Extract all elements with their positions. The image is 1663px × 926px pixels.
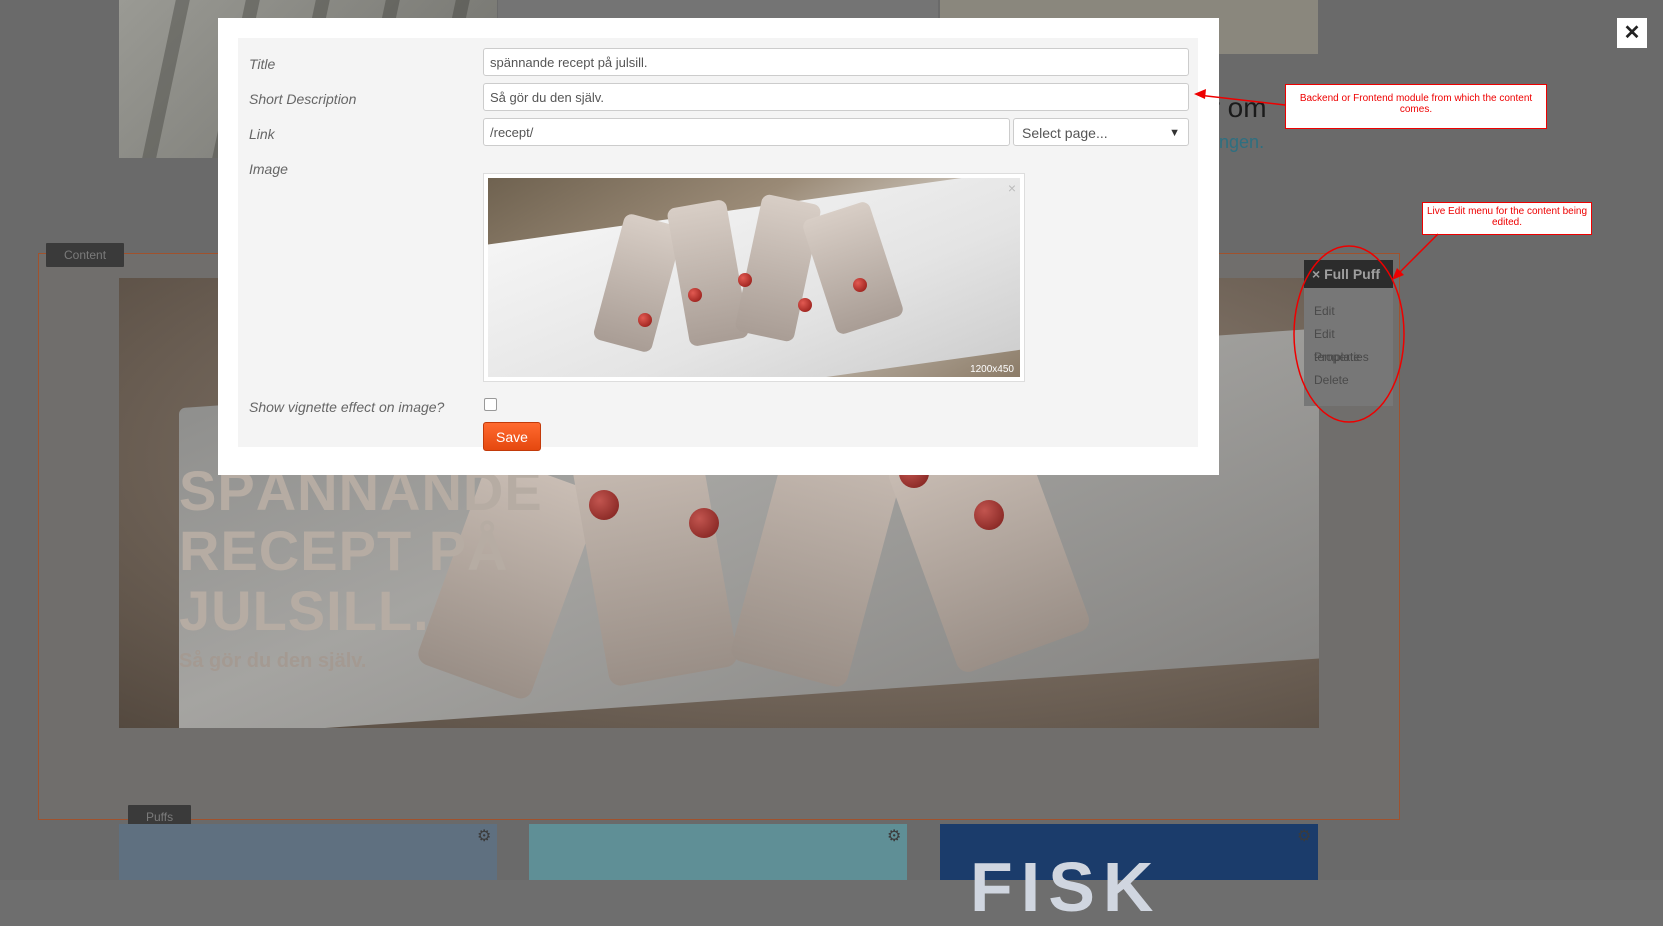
image-size-label: 1200x450 — [970, 364, 1014, 375]
thumbnail-berry — [738, 273, 752, 287]
thumbnail-berry — [638, 313, 652, 327]
thumbnail-berry — [798, 298, 812, 312]
title-label: Title — [249, 56, 276, 72]
content-zone-label[interactable]: Content — [46, 243, 125, 267]
live-edit-menu[interactable]: × Full Puff Edit Edit template Propertie… — [1304, 260, 1393, 406]
short-description-label: Short Description — [249, 91, 357, 107]
link-input[interactable]: /recept/ — [483, 118, 1010, 146]
image-preview[interactable]: 1200x450 × — [483, 173, 1025, 382]
edit-form: Title spännande recept på julsill. Short… — [238, 38, 1198, 451]
annotation-live-edit-note: Live Edit menu for the content being edi… — [1422, 202, 1592, 235]
hero-berry — [589, 490, 619, 520]
vignette-label: Show vignette effect on image? — [249, 399, 445, 415]
live-edit-menu-header[interactable]: × Full Puff — [1304, 260, 1393, 288]
live-edit-menu-item-properties[interactable]: Properties — [1304, 346, 1393, 369]
thumbnail-berry — [688, 288, 702, 302]
live-edit-menu-item-edit[interactable]: Edit — [1304, 300, 1393, 323]
link-label: Link — [249, 126, 275, 142]
puff-card-1[interactable] — [119, 824, 497, 880]
hero-title: SPÄNNANDE RECEPT PÅ JULSILL. — [179, 459, 543, 642]
image-label: Image — [249, 161, 288, 177]
live-edit-menu-item-edit-template[interactable]: Edit template — [1304, 323, 1393, 364]
close-modal-button[interactable]: ✕ — [1617, 18, 1647, 48]
gear-icon[interactable]: ⚙ — [1297, 826, 1311, 846]
select-page-dropdown[interactable]: Select page... ▼ — [1013, 118, 1189, 146]
image-thumbnail[interactable]: 1200x450 × — [488, 178, 1020, 377]
select-page-value: Select page... — [1022, 125, 1108, 141]
short-description-input[interactable]: Så gör du den själv. — [483, 83, 1189, 111]
hero-berry — [689, 508, 719, 538]
thumbnail-berry — [853, 278, 867, 292]
title-input[interactable]: spännande recept på julsill. — [483, 48, 1189, 76]
live-edit-menu-item-delete[interactable]: Delete — [1304, 369, 1393, 392]
chevron-down-icon: ▼ — [1169, 127, 1180, 139]
hero-berry — [974, 500, 1004, 530]
hero-subtitle: Så gör du den själv. — [179, 650, 367, 672]
save-button[interactable]: Save — [483, 422, 541, 451]
puff-card-3-text: FISK — [970, 848, 1162, 926]
annotation-module-note: Backend or Frontend module from which th… — [1285, 84, 1547, 129]
puff-card-2[interactable] — [529, 824, 907, 880]
vignette-checkbox[interactable] — [484, 398, 497, 411]
gear-icon[interactable]: ⚙ — [887, 826, 901, 846]
puff-card-3[interactable]: FISK — [940, 824, 1318, 922]
gear-icon[interactable]: ⚙ — [477, 826, 491, 846]
edit-modal: Title spännande recept på julsill. Short… — [218, 18, 1219, 475]
remove-image-icon[interactable]: × — [1008, 180, 1016, 196]
